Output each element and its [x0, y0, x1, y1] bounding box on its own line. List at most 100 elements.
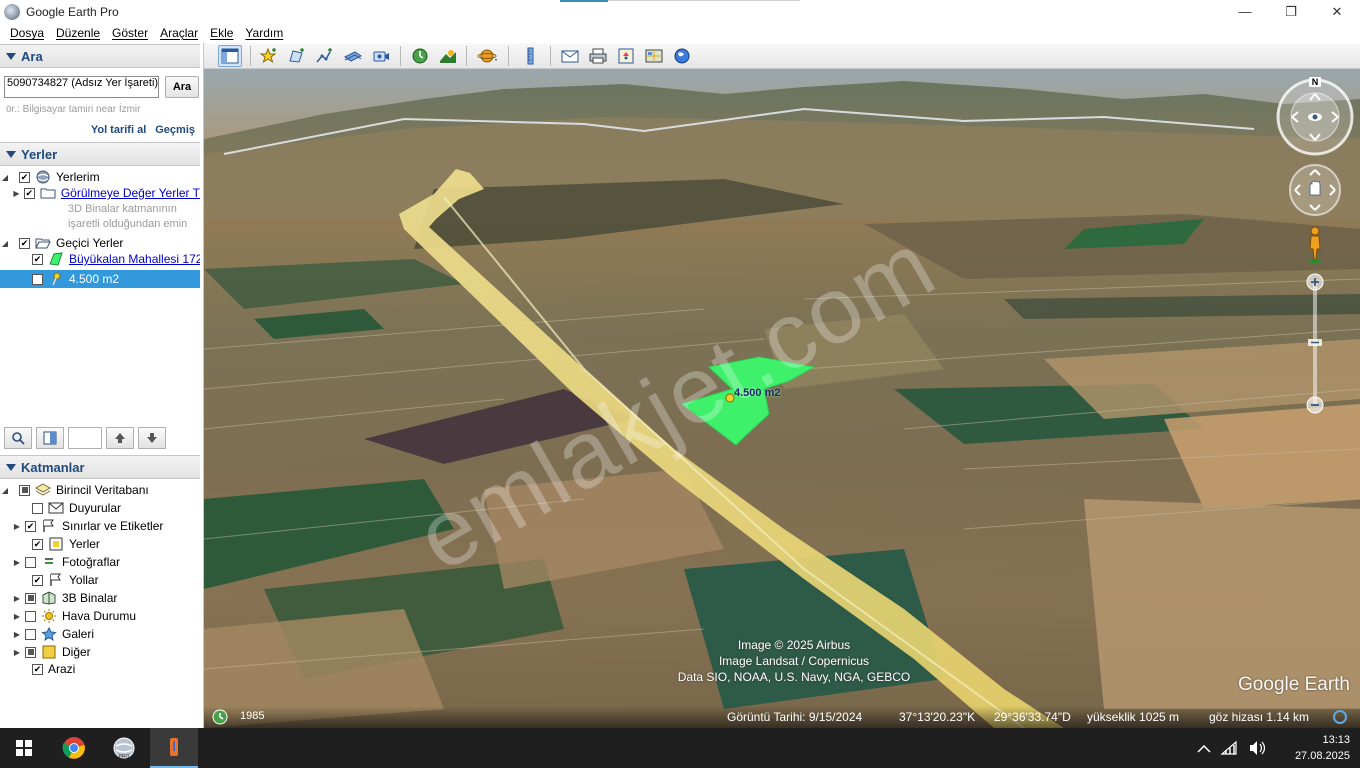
checkbox[interactable]: ✔	[19, 171, 30, 183]
tree-item-placemark[interactable]: ✔ 4.500 m2	[0, 270, 200, 288]
checkbox[interactable]: ✔	[19, 237, 30, 249]
navigation-controls[interactable]: N	[1270, 69, 1360, 419]
placemark-label[interactable]: 4.500 m2	[734, 387, 780, 399]
expand-right-icon[interactable]: ▶	[12, 189, 21, 198]
layer-terrain[interactable]: ✔ Arazi	[0, 660, 200, 678]
expand-right-icon[interactable]: ▶	[12, 594, 22, 603]
google-earth-logo: Google Earth	[1238, 674, 1350, 695]
move-up-button[interactable]	[106, 427, 134, 449]
toolbar-separator	[250, 46, 251, 66]
view-in-maps-button[interactable]	[642, 45, 666, 67]
expand-down-icon[interactable]: ◢	[0, 239, 10, 248]
menu-goster[interactable]: Göster	[106, 26, 154, 40]
search-input[interactable]: 5090734827 (Adsız Yer İşareti)	[4, 76, 159, 98]
checkbox[interactable]	[25, 646, 36, 658]
checkbox[interactable]	[25, 556, 36, 568]
checkbox[interactable]	[25, 628, 36, 640]
checkbox[interactable]: ✔	[32, 538, 43, 550]
maximize-button[interactable]: ❐	[1268, 0, 1314, 23]
map-view-3d[interactable]: emlakjet.com 4.500 m2 Image © 2025 Airbu…	[204, 69, 1360, 728]
checkbox[interactable]: ✔	[32, 663, 43, 675]
add-image-overlay-button[interactable]	[341, 45, 365, 67]
add-polygon-button[interactable]	[285, 45, 309, 67]
expand-down-icon[interactable]: ◢	[0, 486, 10, 495]
search-links: Yol tarifi al Geçmiş	[91, 124, 195, 136]
checkbox[interactable]: ✔	[32, 253, 43, 265]
layer-photos[interactable]: ▶ Fotoğraflar	[0, 553, 200, 571]
menu-duzenle[interactable]: Düzenle	[50, 26, 106, 40]
layer-roads[interactable]: ✔ Yollar	[0, 571, 200, 589]
building-icon	[41, 591, 57, 605]
checkbox[interactable]	[32, 502, 43, 514]
print-button[interactable]	[586, 45, 610, 67]
layers-panel-header[interactable]: Katmanlar	[0, 455, 200, 479]
places-layer-icon	[48, 537, 64, 551]
checkbox[interactable]	[25, 592, 36, 604]
email-button[interactable]	[558, 45, 582, 67]
record-tour-button[interactable]	[369, 45, 393, 67]
sunlight-button[interactable]	[436, 45, 460, 67]
taskbar-active-app[interactable]	[150, 728, 198, 768]
tree-item-sightseeing[interactable]: ▶ ✔ Görülmeye Değer Yerler T	[0, 184, 200, 202]
menu-araclar[interactable]: Araçlar	[154, 26, 204, 40]
add-path-button[interactable]	[313, 45, 337, 67]
layer-places[interactable]: ✔ Yerler	[0, 535, 200, 553]
search-places-button[interactable]	[4, 427, 32, 449]
history-link[interactable]: Geçmiş	[155, 124, 195, 136]
add-path-icon	[316, 48, 332, 63]
checkbox[interactable]: ✔	[25, 520, 36, 532]
map-icon	[645, 49, 663, 63]
places-panel-header[interactable]: Yerler	[0, 142, 200, 166]
expand-right-icon[interactable]: ▶	[12, 522, 22, 531]
close-button[interactable]: ✕	[1314, 0, 1360, 23]
search-button[interactable]: Ara	[165, 76, 199, 98]
places-filter-input[interactable]	[68, 427, 102, 449]
expand-down-icon[interactable]: ◢	[0, 173, 10, 182]
start-button[interactable]	[0, 728, 48, 768]
layer-gallery[interactable]: ▶ Galeri	[0, 625, 200, 643]
layer-weather[interactable]: ▶ Hava Durumu	[0, 607, 200, 625]
checkbox[interactable]	[25, 610, 36, 622]
historical-imagery-button[interactable]	[408, 45, 432, 67]
layer-borders-labels[interactable]: ▶ ✔ Sınırlar ve Etiketler	[0, 517, 200, 535]
menu-yardim[interactable]: Yardım	[239, 26, 289, 40]
menu-ekle[interactable]: Ekle	[204, 26, 239, 40]
menu-dosya[interactable]: Dosya	[4, 26, 50, 40]
layer-announcements[interactable]: Duyurular	[0, 499, 200, 517]
chrome-icon	[62, 737, 85, 759]
taskbar-chrome[interactable]	[50, 728, 98, 768]
checkbox[interactable]: ✔	[32, 574, 43, 586]
expand-right-icon[interactable]: ▶	[12, 648, 22, 657]
toggle-panel-button[interactable]	[36, 427, 64, 449]
taskbar-google-earth[interactable]: PRO	[100, 728, 148, 768]
earth-button[interactable]	[670, 45, 694, 67]
globe-icon	[674, 48, 690, 64]
planets-button[interactable]	[476, 45, 500, 67]
sightseeing-description: işaretli olduğundan emin	[68, 218, 188, 230]
expand-right-icon[interactable]: ▶	[12, 630, 22, 639]
layer-primary-database[interactable]: ◢ Birincil Veritabanı	[0, 481, 200, 499]
layers-stack-icon	[35, 483, 51, 497]
checkbox[interactable]	[19, 484, 30, 496]
layer-other[interactable]: ▶ Diğer	[0, 643, 200, 661]
historical-clock-icon[interactable]	[212, 709, 228, 725]
search-panel-header[interactable]: Ara	[0, 44, 200, 68]
tree-item-polygon[interactable]: ✔ Büyükalan Mahallesi 172-	[0, 250, 200, 268]
places-toolbar	[4, 427, 166, 449]
system-clock[interactable]: 13:13 27.08.2025	[1290, 732, 1350, 764]
checkbox[interactable]: ✔	[32, 273, 43, 285]
expand-right-icon[interactable]: ▶	[12, 612, 22, 621]
expand-right-icon[interactable]: ▶	[12, 558, 22, 567]
minimize-button[interactable]: —	[1222, 0, 1268, 23]
tray-icons[interactable]	[1190, 728, 1290, 768]
layer-3d-buildings[interactable]: ▶ 3B Binalar	[0, 589, 200, 607]
save-image-button[interactable]	[614, 45, 638, 67]
ruler-button[interactable]	[518, 45, 542, 67]
checkbox[interactable]: ✔	[23, 187, 35, 199]
window-title: Google Earth Pro	[26, 4, 119, 19]
imagery-year[interactable]: 1985	[240, 710, 264, 722]
directions-link[interactable]: Yol tarifi al	[91, 124, 146, 136]
sidebar-toggle-button[interactable]	[218, 45, 242, 67]
add-placemark-button[interactable]	[257, 45, 281, 67]
move-down-button[interactable]	[138, 427, 166, 449]
